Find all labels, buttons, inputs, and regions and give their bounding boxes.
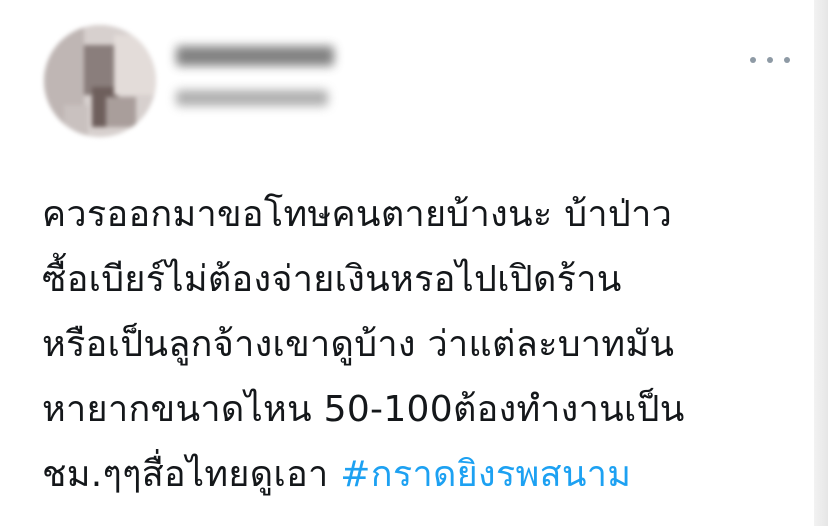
tweet-line-last: ชม.ๆๆสื่อไทยดูเอา #กราดยิงรพสนาม (42, 442, 802, 507)
tweet-card: ควรออกมาขอโทษคนตายบ้างนะ บ้าป่าว ซื้อเบี… (0, 0, 828, 526)
tweet-line: หายากขนาดไหน 50-100ต้องทำงานเป็น (42, 389, 685, 430)
avatar[interactable] (44, 25, 156, 137)
tweet-line: หรือเป็นลูกจ้างเขาดูบ้าง ว่าแต่ละบาทมัน (42, 324, 675, 365)
display-name[interactable] (176, 46, 334, 66)
tweet-text: ควรออกมาขอโทษคนตายบ้างนะ บ้าป่าว ซื้อเบี… (42, 182, 802, 507)
hashtag-link[interactable]: #กราดยิงรพสนาม (340, 454, 631, 495)
tweet-line-text: ชม.ๆๆสื่อไทยดูเอา (42, 454, 341, 495)
dot-icon (784, 57, 790, 63)
dot-icon (767, 57, 773, 63)
window-edge (814, 0, 828, 526)
dot-icon (750, 57, 756, 63)
user-handle[interactable] (176, 90, 328, 106)
tweet-line: ควรออกมาขอโทษคนตายบ้างนะ บ้าป่าว (42, 194, 673, 235)
tweet-line: ซื้อเบียร์ไม่ต้องจ่ายเงินหรอไปเปิดร้าน (42, 259, 622, 300)
more-horizontal-icon[interactable] (750, 50, 790, 70)
